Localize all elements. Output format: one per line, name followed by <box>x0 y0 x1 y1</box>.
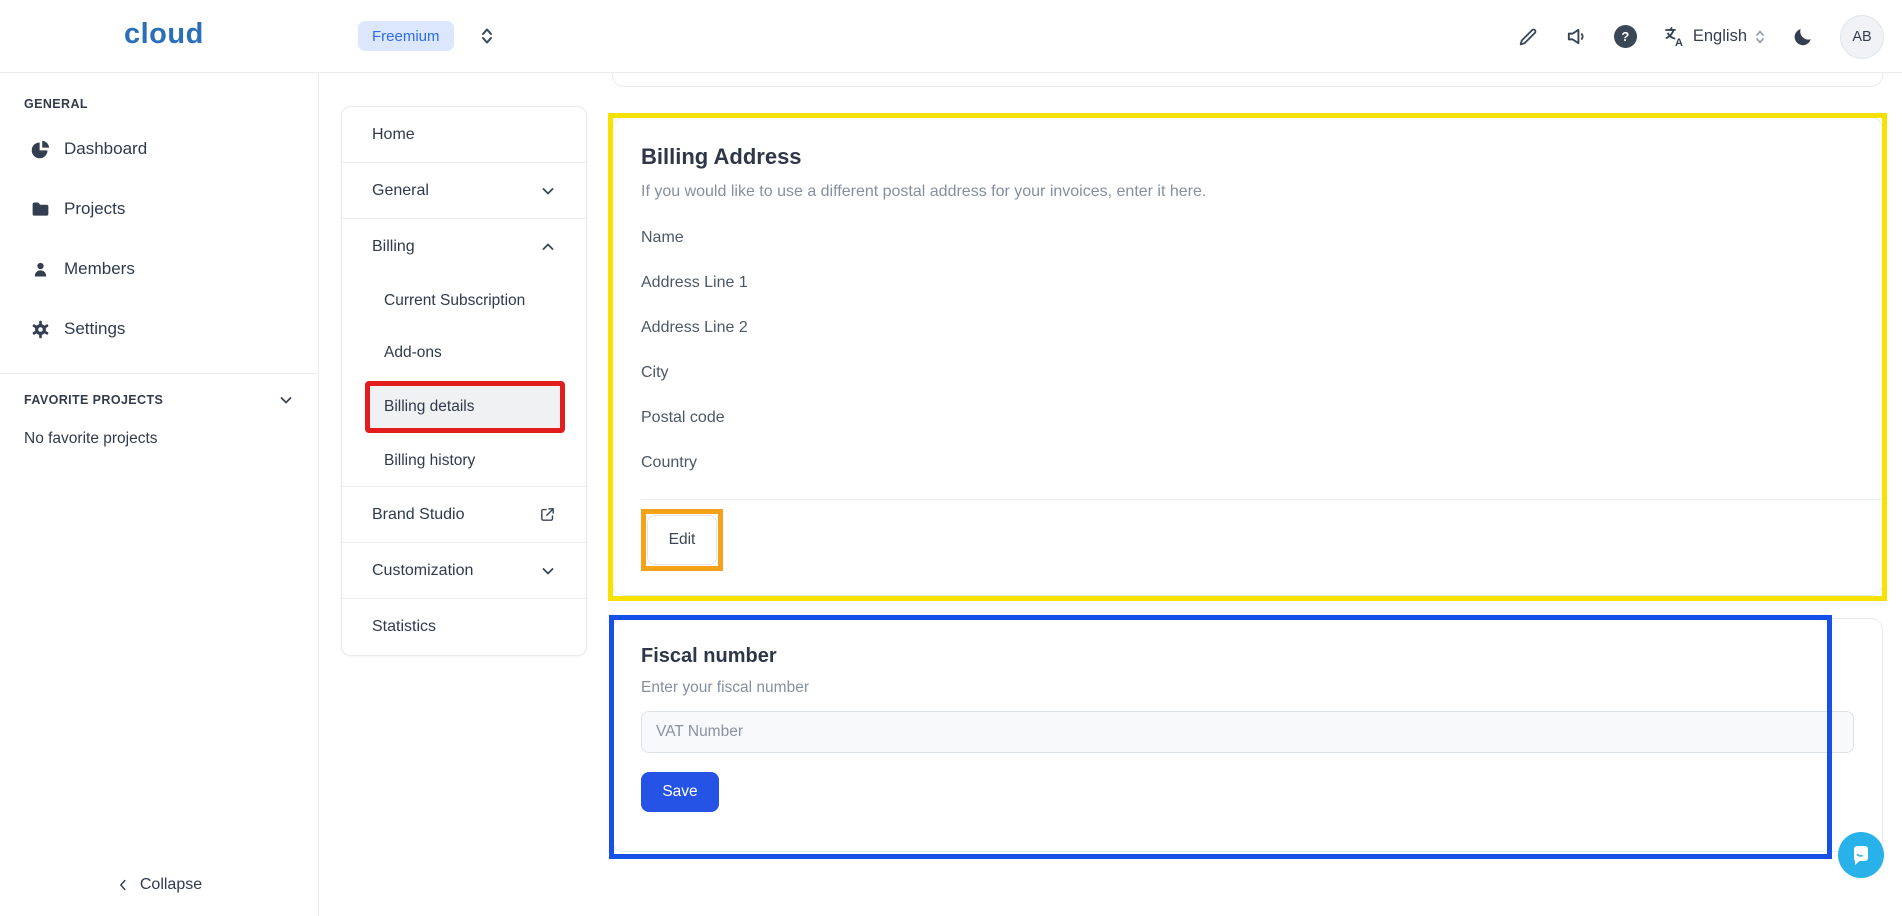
nav-item-billing[interactable]: Billing <box>342 219 586 275</box>
sidebar-item-members[interactable]: Members <box>0 239 318 299</box>
nav-item-customization[interactable]: Customization <box>342 543 586 599</box>
sidebar: GENERAL Dashboard Projects Members Setti… <box>0 73 319 916</box>
sidebar-item-settings[interactable]: Settings <box>0 299 318 359</box>
collapse-label: Collapse <box>140 876 202 894</box>
chat-widget-button[interactable] <box>1838 832 1884 878</box>
fiscal-number-title: Fiscal number <box>641 645 1854 668</box>
nav-item-general[interactable]: General <box>342 163 586 219</box>
fiscal-number-subtitle: Enter your fiscal number <box>641 679 1854 697</box>
nav-item-brand-studio[interactable]: Brand Studio <box>342 487 586 543</box>
nav-item-label: Current Subscription <box>384 292 525 310</box>
translate-icon: A <box>1662 25 1686 49</box>
help-icon[interactable]: ? <box>1614 25 1637 48</box>
app-logo[interactable]: cloud <box>124 18 204 51</box>
plan-switcher-icon[interactable] <box>476 25 498 47</box>
billing-address-description: If you would like to use a different pos… <box>641 183 1854 201</box>
language-chevrons-icon <box>1754 29 1766 45</box>
sidebar-divider <box>0 373 318 374</box>
top-bar: cloud Freemium ? A English <box>0 0 1902 73</box>
sidebar-item-dashboard[interactable]: Dashboard <box>0 119 318 179</box>
nav-item-label: Billing details <box>384 398 474 416</box>
external-link-icon <box>539 506 556 523</box>
fiscal-number-card: Fiscal number Enter your fiscal number S… <box>612 618 1883 852</box>
nav-item-label: Add-ons <box>384 344 442 362</box>
field-label-address2: Address Line 2 <box>641 305 1854 350</box>
nav-item-label: Billing <box>372 238 415 256</box>
pencil-icon[interactable] <box>1516 25 1540 49</box>
settings-nav: Home General Billing Current Subscriptio… <box>341 106 587 656</box>
nav-item-label: Home <box>372 126 415 144</box>
nav-item-label: Statistics <box>372 618 436 636</box>
billing-address-card: Billing Address If you would like to use… <box>612 117 1883 596</box>
chevron-left-icon <box>116 878 130 892</box>
plan-badge: Freemium <box>358 21 454 51</box>
annotation-box-red: Billing details <box>365 381 565 433</box>
chevron-down-icon <box>278 392 294 408</box>
sidebar-item-label: Dashboard <box>64 139 147 159</box>
svg-text:A: A <box>1675 37 1683 49</box>
save-button[interactable]: Save <box>641 772 719 812</box>
favorites-header[interactable]: FAVORITE PROJECTS <box>24 392 294 408</box>
card-divider <box>641 499 1882 500</box>
field-label-address1: Address Line 1 <box>641 260 1854 305</box>
billing-address-title: Billing Address <box>641 144 1854 170</box>
sidebar-item-label: Members <box>64 259 135 279</box>
field-label-country: Country <box>641 440 1854 485</box>
nav-item-label: Customization <box>372 562 473 580</box>
moon-icon[interactable] <box>1791 25 1815 49</box>
megaphone-icon[interactable] <box>1565 25 1589 49</box>
favorites-empty-text: No favorite projects <box>24 430 318 448</box>
field-label-postal-code: Postal code <box>641 395 1854 440</box>
header-actions: ? A English AB <box>1516 0 1902 73</box>
nav-item-current-subscription[interactable]: Current Subscription <box>342 275 586 327</box>
folder-icon <box>30 199 51 220</box>
nav-item-statistics[interactable]: Statistics <box>342 599 586 655</box>
avatar[interactable]: AB <box>1840 15 1884 59</box>
nav-item-label: Billing history <box>384 452 475 470</box>
edit-button[interactable]: Edit <box>647 515 717 565</box>
favorites-title: FAVORITE PROJECTS <box>24 393 163 407</box>
sidebar-item-label: Settings <box>64 319 125 339</box>
nav-item-home[interactable]: Home <box>342 107 586 163</box>
field-label-name: Name <box>641 215 1854 260</box>
language-selector[interactable]: A English <box>1662 25 1766 49</box>
sidebar-item-projects[interactable]: Projects <box>0 179 318 239</box>
chevron-down-icon <box>540 183 556 199</box>
nav-item-billing-details[interactable]: Billing details <box>365 381 565 433</box>
annotation-box-orange: Edit <box>641 509 723 571</box>
billing-address-fields: Name Address Line 1 Address Line 2 City … <box>641 215 1854 485</box>
field-label-city: City <box>641 350 1854 395</box>
collapse-button[interactable]: Collapse <box>0 876 318 894</box>
gear-icon <box>30 319 51 340</box>
sidebar-section-general: GENERAL <box>24 97 318 111</box>
nav-item-add-ons[interactable]: Add-ons <box>342 327 586 379</box>
nav-item-billing-history[interactable]: Billing history <box>342 435 586 487</box>
nav-item-label: Brand Studio <box>372 506 465 524</box>
chevron-up-icon <box>540 239 556 255</box>
sidebar-item-label: Projects <box>64 199 125 219</box>
person-icon <box>30 259 51 280</box>
pie-chart-icon <box>30 139 51 160</box>
chat-bubble-icon <box>1848 842 1874 868</box>
language-label: English <box>1693 27 1747 46</box>
vat-number-input[interactable] <box>641 711 1854 753</box>
nav-item-label: General <box>372 182 429 200</box>
chevron-down-icon <box>540 563 556 579</box>
